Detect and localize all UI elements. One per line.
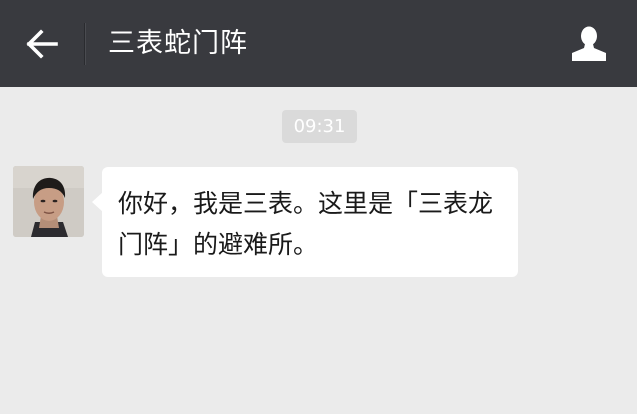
header-divider bbox=[84, 23, 85, 65]
avatar[interactable] bbox=[13, 166, 84, 237]
arrow-left-icon bbox=[26, 29, 58, 59]
chat-header: 三表蛇门阵 bbox=[0, 0, 637, 87]
message-timestamp: 09:31 bbox=[282, 110, 357, 143]
message-text: 你好，我是三表。这里是「三表龙门阵」的避难所。 bbox=[118, 189, 494, 259]
avatar-photo bbox=[13, 166, 84, 237]
chat-title: 三表蛇门阵 bbox=[108, 28, 248, 59]
back-button[interactable] bbox=[20, 25, 64, 63]
message-bubble[interactable]: 你好，我是三表。这里是「三表龙门阵」的避难所。 bbox=[102, 167, 518, 277]
chat-info-button[interactable] bbox=[565, 22, 613, 66]
person-icon bbox=[572, 26, 606, 61]
